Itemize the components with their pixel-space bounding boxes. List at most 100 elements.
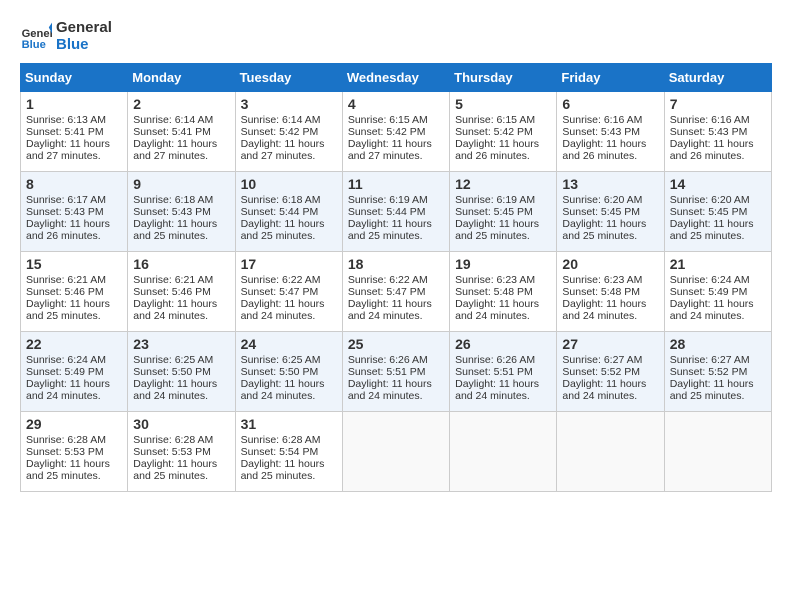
day-info: Sunset: 5:43 PM [26,206,122,218]
day-info: Sunrise: 6:26 AM [348,354,444,366]
calendar-cell-day-9: 9Sunrise: 6:18 AMSunset: 5:43 PMDaylight… [128,172,235,252]
weekday-header-tuesday: Tuesday [235,64,342,92]
day-info: Sunrise: 6:26 AM [455,354,551,366]
day-info: Daylight: 11 hours [455,138,551,150]
day-info: Daylight: 11 hours [241,138,337,150]
day-info: and 25 minutes. [455,230,551,242]
day-info: Sunset: 5:42 PM [241,126,337,138]
day-info: Sunset: 5:43 PM [562,126,658,138]
day-info: Sunrise: 6:18 AM [133,194,229,206]
calendar-cell-day-11: 11Sunrise: 6:19 AMSunset: 5:44 PMDayligh… [342,172,449,252]
day-info: Daylight: 11 hours [562,378,658,390]
day-info: Sunrise: 6:27 AM [562,354,658,366]
day-info: Sunrise: 6:27 AM [670,354,766,366]
calendar-row-4: 22Sunrise: 6:24 AMSunset: 5:49 PMDayligh… [21,332,772,412]
day-info: and 25 minutes. [133,230,229,242]
day-info: and 24 minutes. [241,390,337,402]
day-info: Daylight: 11 hours [133,138,229,150]
day-info: Sunrise: 6:17 AM [26,194,122,206]
day-info: Sunrise: 6:15 AM [348,114,444,126]
day-info: Sunset: 5:41 PM [133,126,229,138]
day-number: 25 [348,336,444,352]
svg-text:Blue: Blue [22,39,46,51]
day-info: Sunrise: 6:23 AM [455,274,551,286]
day-number: 19 [455,256,551,272]
day-number: 8 [26,176,122,192]
day-info: and 24 minutes. [670,310,766,322]
day-info: Sunset: 5:43 PM [133,206,229,218]
day-info: Sunset: 5:44 PM [241,206,337,218]
calendar-cell-day-29: 29Sunrise: 6:28 AMSunset: 5:53 PMDayligh… [21,412,128,492]
day-info: Sunset: 5:52 PM [562,366,658,378]
day-info: Sunset: 5:47 PM [241,286,337,298]
calendar-cell-day-31: 31Sunrise: 6:28 AMSunset: 5:54 PMDayligh… [235,412,342,492]
day-info: Sunrise: 6:16 AM [562,114,658,126]
day-info: and 27 minutes. [241,150,337,162]
day-info: Sunrise: 6:25 AM [241,354,337,366]
calendar-cell-empty [450,412,557,492]
day-info: Sunset: 5:42 PM [348,126,444,138]
logo: General Blue General Blue [20,20,112,53]
day-info: Daylight: 11 hours [241,218,337,230]
day-info: and 24 minutes. [26,390,122,402]
logo-icon: General Blue [20,21,52,53]
day-info: Sunrise: 6:13 AM [26,114,122,126]
day-info: and 25 minutes. [241,470,337,482]
day-number: 14 [670,176,766,192]
day-info: Sunset: 5:54 PM [241,446,337,458]
weekday-header-thursday: Thursday [450,64,557,92]
day-info: and 24 minutes. [562,390,658,402]
day-info: Sunrise: 6:14 AM [241,114,337,126]
day-number: 31 [241,416,337,432]
calendar-cell-day-1: 1Sunrise: 6:13 AMSunset: 5:41 PMDaylight… [21,92,128,172]
day-info: Daylight: 11 hours [348,138,444,150]
day-info: and 25 minutes. [133,470,229,482]
day-info: Daylight: 11 hours [133,218,229,230]
day-info: Sunset: 5:49 PM [670,286,766,298]
day-info: Sunset: 5:45 PM [670,206,766,218]
day-number: 6 [562,96,658,112]
day-info: Sunrise: 6:21 AM [26,274,122,286]
calendar-row-3: 15Sunrise: 6:21 AMSunset: 5:46 PMDayligh… [21,252,772,332]
day-info: Sunset: 5:45 PM [562,206,658,218]
day-info: Sunset: 5:50 PM [133,366,229,378]
day-info: Daylight: 11 hours [133,298,229,310]
day-info: Sunset: 5:53 PM [26,446,122,458]
day-info: Daylight: 11 hours [455,378,551,390]
svg-text:General: General [22,28,52,40]
day-number: 3 [241,96,337,112]
day-info: Sunrise: 6:21 AM [133,274,229,286]
page-header: General Blue General Blue [20,20,772,53]
day-number: 29 [26,416,122,432]
day-info: Sunrise: 6:15 AM [455,114,551,126]
weekday-header-wednesday: Wednesday [342,64,449,92]
day-number: 22 [26,336,122,352]
day-number: 18 [348,256,444,272]
logo-blue: Blue [56,37,112,54]
calendar-cell-day-15: 15Sunrise: 6:21 AMSunset: 5:46 PMDayligh… [21,252,128,332]
day-info: and 24 minutes. [348,310,444,322]
day-info: Daylight: 11 hours [133,458,229,470]
day-info: and 26 minutes. [562,150,658,162]
calendar-cell-day-13: 13Sunrise: 6:20 AMSunset: 5:45 PMDayligh… [557,172,664,252]
calendar-cell-day-14: 14Sunrise: 6:20 AMSunset: 5:45 PMDayligh… [664,172,771,252]
day-info: Sunset: 5:46 PM [26,286,122,298]
day-info: Daylight: 11 hours [670,218,766,230]
day-info: Sunset: 5:43 PM [670,126,766,138]
day-info: Sunrise: 6:16 AM [670,114,766,126]
day-number: 13 [562,176,658,192]
calendar-row-1: 1Sunrise: 6:13 AMSunset: 5:41 PMDaylight… [21,92,772,172]
calendar-cell-day-6: 6Sunrise: 6:16 AMSunset: 5:43 PMDaylight… [557,92,664,172]
calendar-cell-day-18: 18Sunrise: 6:22 AMSunset: 5:47 PMDayligh… [342,252,449,332]
day-number: 10 [241,176,337,192]
day-info: Sunrise: 6:22 AM [348,274,444,286]
day-info: Sunrise: 6:20 AM [562,194,658,206]
calendar-cell-day-25: 25Sunrise: 6:26 AMSunset: 5:51 PMDayligh… [342,332,449,412]
day-info: and 26 minutes. [670,150,766,162]
day-info: Daylight: 11 hours [241,298,337,310]
day-info: Daylight: 11 hours [26,458,122,470]
calendar-cell-day-17: 17Sunrise: 6:22 AMSunset: 5:47 PMDayligh… [235,252,342,332]
calendar-cell-empty [342,412,449,492]
day-info: Sunrise: 6:28 AM [133,434,229,446]
day-info: Sunrise: 6:14 AM [133,114,229,126]
